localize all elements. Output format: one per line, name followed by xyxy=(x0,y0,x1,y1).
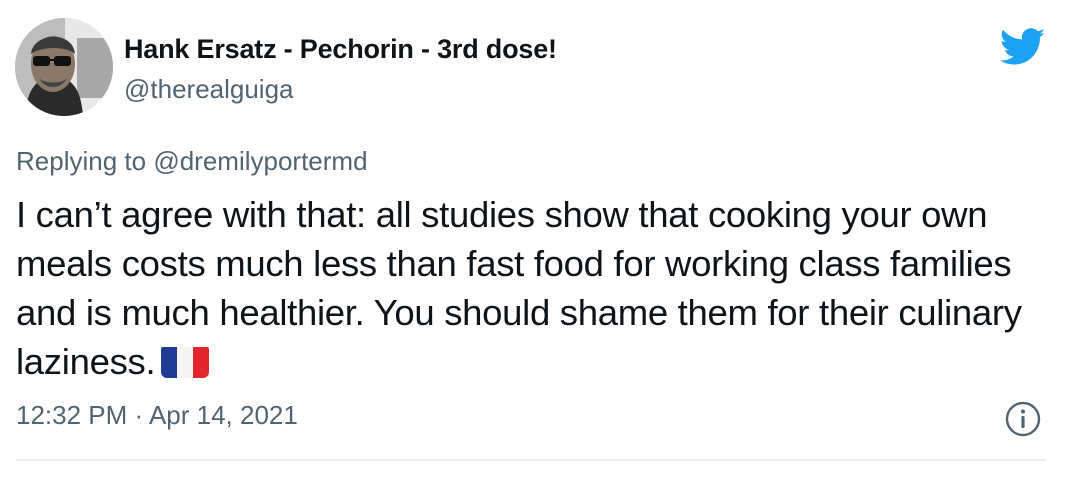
flag-france-icon xyxy=(161,344,210,378)
display-name[interactable]: Hank Ersatz - Pechorin - 3rd dose! xyxy=(124,34,557,65)
avatar-image xyxy=(15,18,113,116)
tweet-timestamp[interactable]: 12:32 PM · Apr 14, 2021 xyxy=(16,400,298,431)
tweet-card: Hank Ersatz - Pechorin - 3rd dose! @ther… xyxy=(0,0,1076,478)
info-icon[interactable] xyxy=(1004,400,1042,438)
twitter-bird-icon[interactable] xyxy=(1000,28,1046,66)
tweet-text: I can’t agree with that: all studies sho… xyxy=(16,190,1026,386)
avatar[interactable] xyxy=(15,18,113,116)
replying-to-mention[interactable]: @dremilyportermd xyxy=(153,146,367,176)
user-handle[interactable]: @therealguiga xyxy=(124,74,294,105)
replying-prefix: Replying to xyxy=(16,146,154,176)
divider xyxy=(16,459,1046,461)
replying-to: Replying to @dremilyportermd xyxy=(16,146,368,177)
